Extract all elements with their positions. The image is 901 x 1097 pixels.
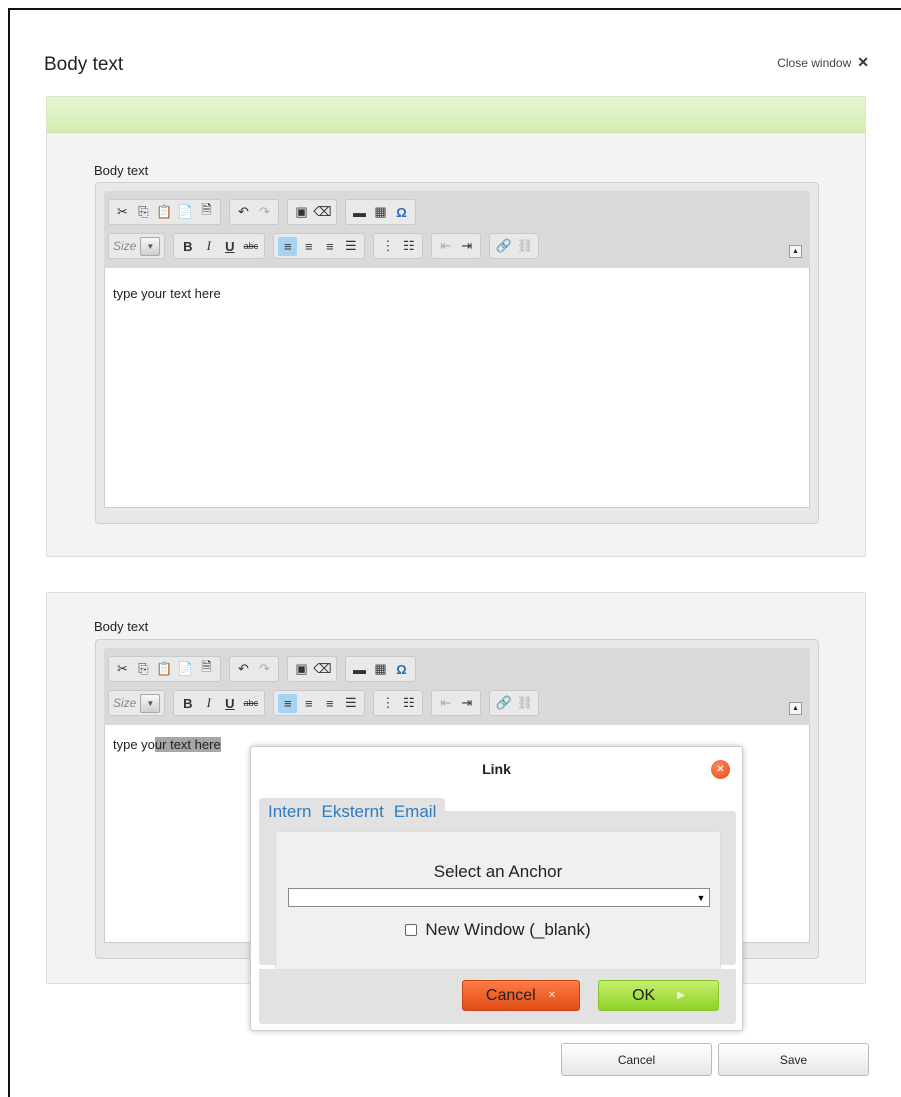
unlink-icon[interactable]: ⛓ xyxy=(515,237,534,256)
unlink-icon[interactable]: ⛓ xyxy=(515,694,534,713)
chevron-down-icon: ▼ xyxy=(140,693,161,713)
tab-email[interactable]: Email xyxy=(389,802,442,822)
remove-format-icon[interactable]: ⌫ xyxy=(313,660,332,679)
editor-toolbar: ✂ ⎘ 📋 📄 🗎 ↶ ↷ ▣ ⌫ ▬ ▦ Ω Size ▼ B I U abc… xyxy=(104,191,810,268)
copy-icon[interactable]: ⎘ xyxy=(134,660,153,679)
dialog-ok-label: OK xyxy=(632,986,656,1004)
special-char-icon[interactable]: Ω xyxy=(392,660,411,679)
tab-panel: Select an Anchor ▼ New Window (_blank) xyxy=(275,831,721,971)
indent-icon[interactable]: ⇥ xyxy=(457,694,476,713)
indent-icon[interactable]: ⇥ xyxy=(457,237,476,256)
bullet-list-icon[interactable]: ☷ xyxy=(399,694,418,713)
dialog-footer: Cancel ✕ OK ▶ xyxy=(259,969,736,1024)
anchor-select[interactable]: ▼ xyxy=(288,888,710,907)
horizontal-rule-icon[interactable]: ▬ xyxy=(350,203,369,222)
status-bar xyxy=(46,96,866,133)
redo-icon[interactable]: ↷ xyxy=(255,660,274,679)
page-title: Body text xyxy=(44,54,124,75)
tab-intern[interactable]: Intern xyxy=(263,802,316,822)
paste-word-icon[interactable]: 🗎 xyxy=(197,202,216,222)
dialog-cancel-label: Cancel xyxy=(485,986,536,1004)
selected-text: ur text here xyxy=(154,737,221,752)
link-icon[interactable]: 🔗 xyxy=(494,694,513,713)
underline-button[interactable]: U xyxy=(220,694,239,713)
close-window-label: Close window xyxy=(777,55,852,70)
numbered-list-icon[interactable]: ⋮ xyxy=(378,694,397,713)
redo-icon[interactable]: ↷ xyxy=(255,203,274,222)
anchor-label: Select an Anchor xyxy=(433,862,563,881)
paste-text-icon[interactable]: 📄 xyxy=(176,203,195,222)
new-window-label: New Window (_blank) xyxy=(425,920,591,939)
field-label: Body text xyxy=(94,163,149,178)
dialog-cancel-button[interactable]: Cancel ✕ xyxy=(462,980,580,1011)
align-right-icon[interactable]: ≡ xyxy=(320,694,339,713)
underline-button[interactable]: U xyxy=(220,237,239,256)
bullet-list-icon[interactable]: ☷ xyxy=(399,237,418,256)
collapse-toolbar-icon[interactable]: ▲ xyxy=(789,245,802,258)
collapse-toolbar-icon[interactable]: ▲ xyxy=(789,702,802,715)
close-window-button[interactable]: Close window ✕ xyxy=(777,54,869,71)
numbered-list-icon[interactable]: ⋮ xyxy=(378,237,397,256)
table-icon[interactable]: ▦ xyxy=(371,660,390,679)
rich-text-editor: ✂ ⎘ 📋 📄 🗎 ↶ ↷ ▣ ⌫ ▬ ▦ Ω Size ▼ B I U abc… xyxy=(95,182,819,524)
bold-button[interactable]: B xyxy=(178,694,197,713)
align-center-icon[interactable]: ≡ xyxy=(299,237,318,256)
strikethrough-button[interactable]: abc xyxy=(241,694,260,713)
close-icon[interactable]: ✕ xyxy=(711,760,730,779)
link-icon[interactable]: 🔗 xyxy=(494,237,513,256)
size-label: Size xyxy=(113,696,137,710)
size-dropdown[interactable]: Size ▼ xyxy=(108,233,166,259)
size-dropdown[interactable]: Size ▼ xyxy=(108,690,166,716)
paste-text-icon[interactable]: 📄 xyxy=(176,660,195,679)
tab-eksternt[interactable]: Eksternt xyxy=(316,802,388,822)
editor-content[interactable]: type your text here xyxy=(104,268,810,508)
content-text: type yo xyxy=(113,737,155,752)
editor-toolbar: ✂ ⎘ 📋 📄 🗎 ↶ ↷ ▣ ⌫ ▬ ▦ Ω Size ▼ B I U abc… xyxy=(104,648,810,725)
dialog-title: Link xyxy=(482,761,511,777)
cut-icon[interactable]: ✂ xyxy=(113,660,132,679)
select-all-icon[interactable]: ▣ xyxy=(292,660,311,679)
paste-icon[interactable]: 📋 xyxy=(155,660,174,679)
size-label: Size xyxy=(113,239,137,253)
cut-icon[interactable]: ✂ xyxy=(113,203,132,222)
italic-button[interactable]: I xyxy=(199,237,218,256)
paste-word-icon[interactable]: 🗎 xyxy=(197,659,216,679)
new-window-option[interactable]: New Window (_blank) xyxy=(276,920,720,940)
chevron-down-icon: ▼ xyxy=(696,892,706,903)
new-window-checkbox[interactable] xyxy=(405,924,418,936)
editor-panel-1: Body text ✂ ⎘ 📋 📄 🗎 ↶ ↷ ▣ ⌫ ▬ ▦ Ω Size ▼… xyxy=(46,133,866,557)
strikethrough-button[interactable]: abc xyxy=(241,237,260,256)
field-label: Body text xyxy=(94,619,149,634)
dialog-ok-button[interactable]: OK ▶ xyxy=(598,980,719,1011)
table-icon[interactable]: ▦ xyxy=(371,203,390,222)
copy-icon[interactable]: ⎘ xyxy=(134,203,153,222)
special-char-icon[interactable]: Ω xyxy=(392,203,411,222)
horizontal-rule-icon[interactable]: ▬ xyxy=(350,660,369,679)
align-left-icon[interactable]: ≡ xyxy=(278,236,298,256)
outdent-icon[interactable]: ⇤ xyxy=(436,237,455,256)
align-right-icon[interactable]: ≡ xyxy=(320,237,339,256)
dialog-header: Link ✕ xyxy=(251,747,742,791)
close-icon: ✕ xyxy=(857,54,869,70)
align-center-icon[interactable]: ≡ xyxy=(299,694,318,713)
italic-button[interactable]: I xyxy=(199,694,218,713)
cancel-button[interactable]: Cancel xyxy=(561,1043,712,1076)
chevron-right-icon: ▶ xyxy=(677,990,685,1001)
bold-button[interactable]: B xyxy=(178,237,197,256)
save-button[interactable]: Save xyxy=(718,1043,869,1076)
outdent-icon[interactable]: ⇤ xyxy=(436,694,455,713)
align-justify-icon[interactable]: ☰ xyxy=(341,237,360,256)
remove-format-icon[interactable]: ⌫ xyxy=(313,203,332,222)
align-left-icon[interactable]: ≡ xyxy=(278,693,298,713)
align-justify-icon[interactable]: ☰ xyxy=(341,694,360,713)
paste-icon[interactable]: 📋 xyxy=(155,203,174,222)
chevron-down-icon: ▼ xyxy=(140,236,161,256)
select-all-icon[interactable]: ▣ xyxy=(292,203,311,222)
undo-icon[interactable]: ↶ xyxy=(234,660,253,679)
dialog-tabs: Intern Eksternt Email xyxy=(259,798,446,826)
close-icon: ✕ xyxy=(547,990,557,1001)
link-dialog: Link ✕ Intern Eksternt Email Select an A… xyxy=(250,746,743,1031)
undo-icon[interactable]: ↶ xyxy=(234,203,253,222)
